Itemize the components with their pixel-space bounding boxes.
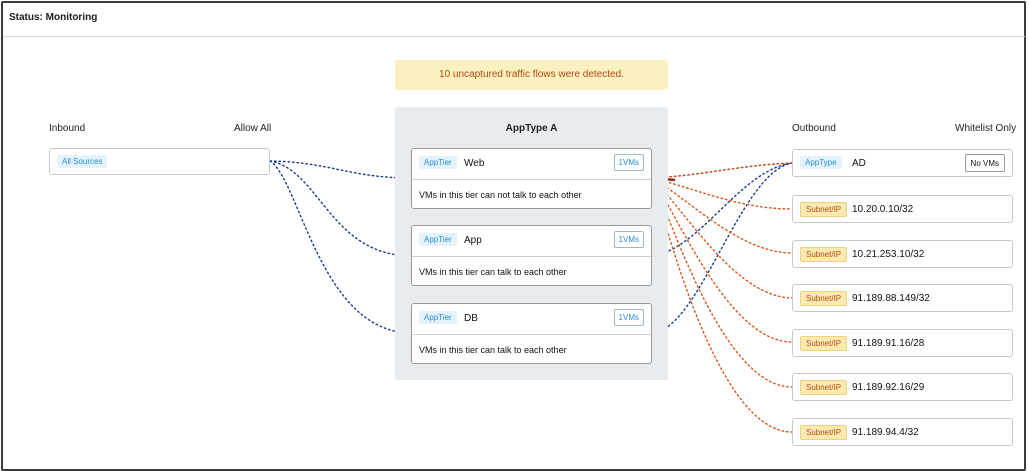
tier-tag: AppTier (419, 311, 457, 324)
subnet-tag: Subnet/IP (800, 336, 848, 351)
flow-web-subnet-3 (651, 177, 793, 299)
outbound-subnet[interactable]: Subnet/IP 91.189.94.4/32 (792, 418, 1013, 446)
tier-description: VMs in this tier can talk to each other (419, 267, 567, 277)
subnet-tag: Subnet/IP (800, 247, 848, 262)
tier-app[interactable]: AppTier App 1VMs VMs in this tier can ta… (411, 225, 652, 286)
subnet-tag: Subnet/IP (800, 202, 848, 217)
link-sources-db (269, 160, 412, 334)
link-sources-app (269, 160, 412, 257)
link-app-ad (651, 162, 793, 257)
tier-header: AppTier App 1VMs (412, 226, 651, 257)
tier-name: Web (464, 158, 485, 169)
outbound-policy[interactable]: Whitelist Only (955, 123, 1016, 134)
link-web-ad-blue (651, 162, 793, 179)
tier-header: AppTier DB 1VMs (412, 304, 651, 335)
inbound-heading: Inbound (49, 123, 86, 134)
all-sources-tag: All Sources (57, 155, 108, 168)
tier-name: App (464, 235, 482, 246)
flow-web-subnet-6 (651, 177, 793, 433)
subnet-tag: Subnet/IP (800, 291, 848, 306)
subnet-value: 10.21.253.10/32 (852, 249, 925, 260)
apptype-tag: AppType (800, 156, 842, 169)
subnet-value: 10.20.0.10/32 (852, 204, 914, 215)
no-vms-button[interactable]: No VMs (964, 154, 1005, 172)
subnet-value: 91.189.92.16/29 (852, 382, 925, 393)
subnet-value: 91.189.91.16/28 (852, 338, 925, 349)
tier-vms-button[interactable]: 1VMs (613, 154, 644, 171)
app-title: AppType A (505, 123, 558, 134)
subnet-tag: Subnet/IP (800, 380, 848, 395)
app-panel: AppType A AppTier Web 1VMs VMs in this t… (395, 107, 668, 380)
outbound-subnet[interactable]: Subnet/IP 91.189.92.16/29 (792, 373, 1013, 401)
tier-vms-button[interactable]: 1VMs (613, 309, 644, 326)
flow-web-subnet-1 (651, 177, 793, 210)
tier-header: AppTier Web 1VMs (412, 149, 651, 180)
subnet-value: 91.189.94.4/32 (852, 427, 919, 438)
outbound-subnet[interactable]: Subnet/IP 10.21.253.10/32 (792, 240, 1013, 268)
flow-web-subnet-2 (651, 177, 793, 254)
outbound-apptype-ad[interactable]: AppType AD No VMs (792, 149, 1013, 177)
apptype-name: AD (852, 158, 866, 169)
tier-db[interactable]: AppTier DB 1VMs VMs in this tier can tal… (411, 303, 652, 364)
tier-tag: AppTier (419, 156, 457, 169)
subnet-tag: Subnet/IP (800, 425, 848, 440)
outbound-subnet[interactable]: Subnet/IP 10.20.0.10/32 (792, 195, 1013, 223)
tier-vms-button[interactable]: 1VMs (613, 231, 644, 248)
outbound-subnet[interactable]: Subnet/IP 91.189.91.16/28 (792, 329, 1013, 357)
flow-web-ad (651, 162, 793, 179)
tier-web[interactable]: AppTier Web 1VMs VMs in this tier can no… (411, 148, 652, 209)
subnet-value: 91.189.88.149/32 (852, 293, 930, 304)
tier-tag: AppTier (419, 233, 457, 246)
inbound-policy[interactable]: Allow All (234, 123, 271, 134)
tier-description: VMs in this tier can not talk to each ot… (419, 190, 582, 200)
outbound-subnet[interactable]: Subnet/IP 91.189.88.149/32 (792, 284, 1013, 312)
tier-name: DB (464, 313, 478, 324)
tier-description: VMs in this tier can talk to each other (419, 345, 567, 355)
all-sources-box[interactable]: All Sources (49, 148, 270, 175)
outbound-heading: Outbound (792, 123, 836, 134)
